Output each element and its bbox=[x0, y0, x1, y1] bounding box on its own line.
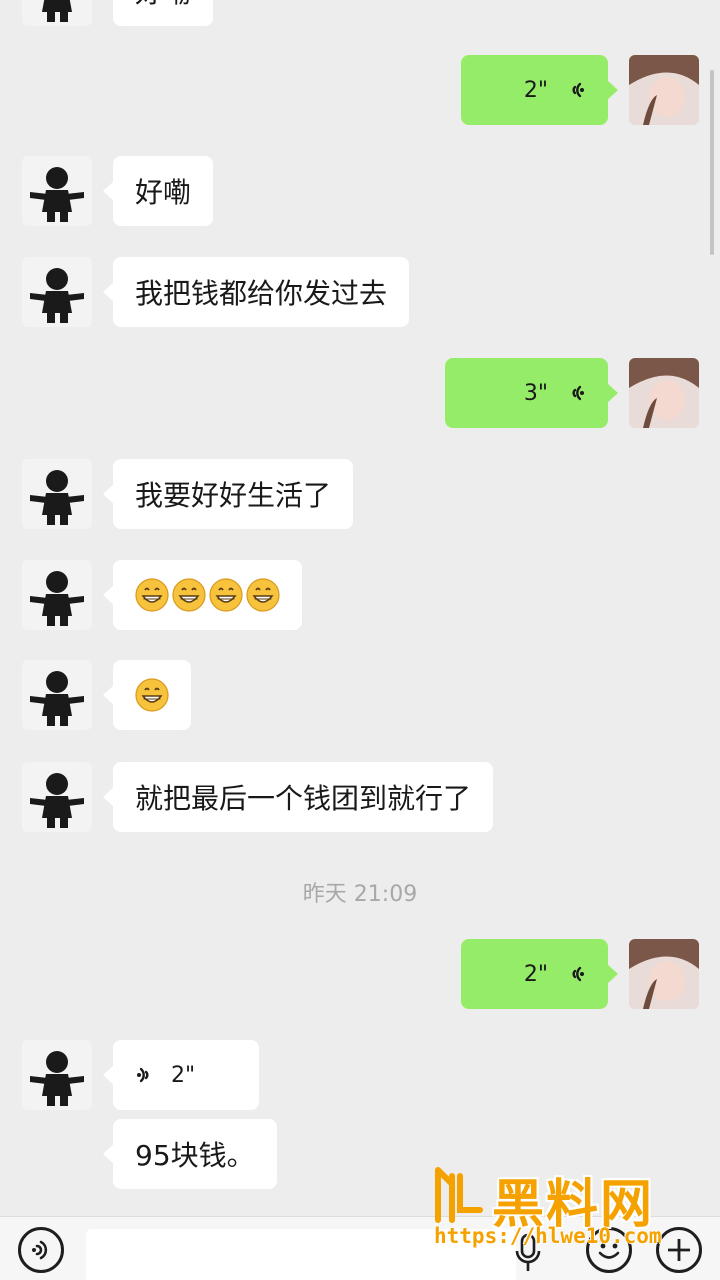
message-bubble[interactable]: 就把最后一个钱团到就行了 bbox=[102, 762, 494, 832]
voice-message-bubble[interactable]: 2" bbox=[103, 1040, 259, 1110]
contact-avatar[interactable] bbox=[22, 257, 92, 327]
voice-wave-icon bbox=[564, 961, 586, 987]
voice-wave-icon bbox=[135, 1062, 157, 1088]
contact-avatar[interactable] bbox=[22, 0, 92, 26]
grinning-face-icon bbox=[172, 578, 206, 612]
voice-message-bubble[interactable]: 2" bbox=[461, 939, 618, 1009]
user-avatar[interactable] bbox=[629, 939, 699, 1009]
message-bubble[interactable]: 好嘞 bbox=[102, 0, 214, 26]
watermark: 黑料网 https://hlwe10.com bbox=[430, 1162, 720, 1254]
message-text: 我把钱都给你发过去 bbox=[135, 277, 388, 310]
voice-wave-icon bbox=[32, 1240, 48, 1260]
message-bubble[interactable]: 95块钱。 bbox=[103, 1119, 277, 1189]
message-bubble[interactable]: 我要好好生活了 bbox=[102, 459, 354, 529]
grinning-face-icon bbox=[246, 578, 280, 612]
message-bubble[interactable]: 好嘞 bbox=[102, 156, 214, 226]
chat-timestamp: 昨天 21:09 bbox=[302, 882, 418, 907]
grinning-face-icon bbox=[135, 578, 169, 612]
message-bubble[interactable]: 我把钱都给你发过去 bbox=[102, 257, 410, 327]
user-avatar[interactable] bbox=[629, 358, 699, 428]
message-text: 我要好好生活了 bbox=[135, 479, 332, 512]
watermark-url: https://hlwe10.com bbox=[434, 1224, 662, 1248]
grinning-face-icon bbox=[209, 578, 243, 612]
watermark-logo-icon bbox=[435, 1167, 483, 1223]
emoji-message-bubble[interactable] bbox=[103, 660, 191, 730]
voice-message-bubble[interactable]: 2" bbox=[461, 55, 618, 125]
contact-avatar[interactable] bbox=[22, 459, 92, 529]
grinning-face-icon bbox=[135, 678, 169, 712]
emoji-message-bubble[interactable] bbox=[103, 560, 302, 630]
voice-wave-icon bbox=[564, 380, 586, 406]
voice-duration: 3" bbox=[523, 380, 548, 406]
voice-toggle-button[interactable] bbox=[18, 1227, 64, 1273]
message-text: 就把最后一个钱团到就行了 bbox=[135, 782, 472, 815]
voice-wave-icon bbox=[564, 77, 586, 103]
voice-duration: 2" bbox=[523, 961, 548, 987]
message-text: 好嘞 bbox=[135, 0, 191, 11]
voice-duration: 2" bbox=[523, 77, 548, 103]
contact-avatar[interactable] bbox=[22, 762, 92, 832]
contact-avatar[interactable] bbox=[22, 1040, 92, 1110]
contact-avatar[interactable] bbox=[22, 560, 92, 630]
message-text: 好嘞 bbox=[135, 176, 192, 209]
voice-message-bubble[interactable]: 3" bbox=[445, 358, 618, 428]
user-avatar[interactable] bbox=[629, 55, 699, 125]
scrollbar[interactable] bbox=[710, 70, 714, 255]
contact-avatar[interactable] bbox=[22, 156, 92, 226]
message-text: 95块钱。 bbox=[135, 1139, 255, 1172]
contact-avatar[interactable] bbox=[22, 660, 92, 730]
voice-duration: 2" bbox=[171, 1062, 196, 1088]
